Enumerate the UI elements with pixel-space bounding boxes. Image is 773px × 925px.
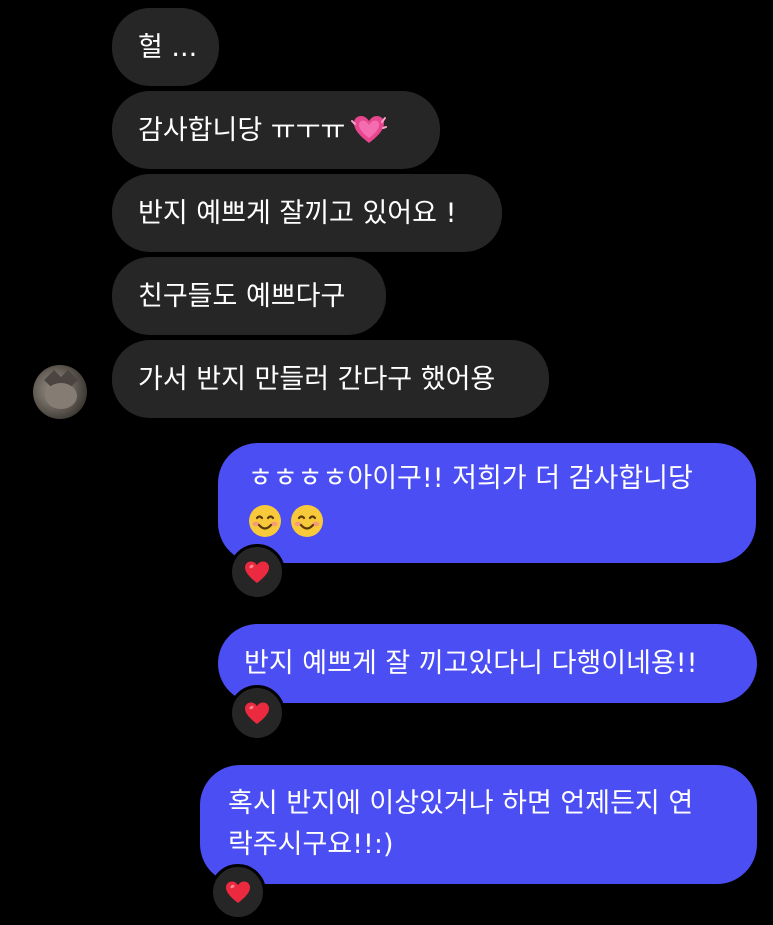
message-text-line-1: 혹시 반지에 이상있거나 하면 언제든지 연 — [228, 788, 694, 819]
smiling-face-icon — [249, 504, 281, 537]
sparkling-heart-icon — [351, 116, 388, 143]
message-text: 감사합니당 ㅠㅜㅠ — [138, 114, 346, 146]
message-text: 반지 예쁘게 잘끼고 있어요 ! — [138, 197, 457, 229]
outgoing-message[interactable]: 혹시 반지에 이상있거나 하면 언제든지 연 락주시구요!!:) — [200, 765, 757, 884]
incoming-message[interactable]: 친구들도 예쁘다구 — [112, 257, 386, 335]
outgoing-message[interactable]: 반지 예쁘게 잘 끼고있다니 다행이네용!! — [218, 624, 757, 703]
incoming-message[interactable]: 가서 반지 만들러 간다구 했어용 — [112, 340, 549, 418]
message-text-line-2: 락주시구요!!:) — [228, 829, 394, 860]
message-text: 가서 반지 만들러 간다구 했어용 — [138, 363, 496, 395]
red-heart-icon — [226, 881, 250, 903]
avatar-face — [45, 383, 77, 409]
message-text: ㅎㅎㅎㅎ아이구!! 저희가 더 감사합니당 — [248, 463, 693, 494]
incoming-message[interactable]: 감사합니당 ㅠㅜㅠ — [112, 91, 440, 169]
avatar[interactable] — [33, 365, 87, 419]
message-text: 반지 예쁘게 잘 끼고있다니 다행이네용!! — [244, 648, 698, 679]
reaction-badge[interactable] — [229, 685, 285, 741]
incoming-message[interactable]: 헐 ... — [112, 8, 219, 86]
message-emojis — [248, 500, 728, 539]
reaction-badge[interactable] — [229, 544, 285, 600]
incoming-message[interactable]: 반지 예쁘게 잘끼고 있어요 ! — [112, 174, 502, 252]
red-heart-icon — [245, 561, 269, 583]
reaction-badge[interactable] — [210, 864, 266, 920]
message-text: 친구들도 예쁘다구 — [138, 280, 346, 312]
outgoing-message[interactable]: ㅎㅎㅎㅎ아이구!! 저희가 더 감사합니당 — [218, 443, 756, 563]
message-text: 헐 ... — [138, 31, 198, 63]
smiling-face-icon — [291, 504, 323, 537]
red-heart-icon — [245, 702, 269, 724]
